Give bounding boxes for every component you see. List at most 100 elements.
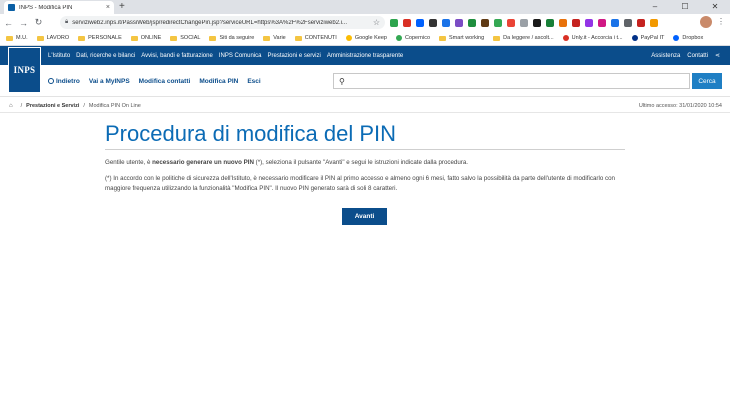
extension-orange-icon[interactable]: [559, 18, 567, 27]
contatti-link[interactable]: Contatti: [687, 53, 708, 59]
bookmark-item[interactable]: Da leggere / ascolt...: [493, 35, 554, 41]
minimize-button[interactable]: –: [640, 0, 670, 14]
search-icon: ⚲: [339, 76, 345, 86]
esci-link[interactable]: Esci: [247, 78, 260, 85]
unly-icon: [562, 35, 569, 41]
share-icon[interactable]: ⋖: [715, 52, 720, 59]
extension-leaf-icon[interactable]: [546, 18, 554, 27]
intro-text: Gentile utente, è: [105, 159, 153, 166]
browser-tab[interactable]: INPS - Modifica PIN ×: [4, 1, 114, 14]
folder-icon: [294, 35, 302, 41]
bookmark-item[interactable]: Dropbox: [673, 35, 703, 41]
intro-bold-text: necessario generare un nuovo PIN: [152, 159, 254, 166]
browser-menu-icon[interactable]: ⋮: [717, 16, 725, 28]
bookmark-label: M.U.: [16, 35, 28, 41]
bookmark-item[interactable]: Varie: [263, 35, 286, 41]
nav-amministrazione-trasparente[interactable]: Amministrazione trasparente: [327, 53, 403, 59]
extension-yellow-icon[interactable]: [650, 18, 658, 27]
modifica-pin-link[interactable]: Modifica PIN: [199, 78, 238, 85]
extension-brown-icon[interactable]: [481, 18, 489, 27]
bookmark-item[interactable]: LAVORO: [36, 35, 69, 41]
extension-green-icon[interactable]: [468, 18, 476, 27]
breadcrumb: ⌂ / Prestazioni e Servizi / Modifica PIN…: [9, 101, 141, 111]
extension-chat-icon[interactable]: [507, 18, 515, 27]
extension-dropbox-icon[interactable]: [416, 18, 424, 27]
folder-icon: [209, 35, 217, 41]
google-keep-icon: [345, 35, 352, 41]
nav-avvisi-bandi[interactable]: Avvisi, bandi e fatturazione: [141, 53, 213, 59]
last-access-info: Ultimo accesso: 31/01/2020 10:54: [638, 103, 722, 109]
paypal-icon: [631, 35, 638, 41]
extension-pink-icon[interactable]: [598, 18, 606, 27]
breadcrumb-divider: [0, 112, 730, 113]
breadcrumb-prestazioni[interactable]: Prestazioni e Servizi: [26, 103, 79, 109]
breadcrumb-current: Modifica PIN On Line: [88, 103, 141, 109]
address-bar[interactable]: 🔒︎ serviziweb2.inps.it/PassiWeb/jsp/redi…: [60, 16, 385, 29]
extension-pin-icon[interactable]: [572, 18, 580, 27]
tab-close-icon[interactable]: ×: [106, 4, 110, 11]
title-divider: [105, 149, 625, 150]
assistenza-link[interactable]: Assistenza: [651, 53, 680, 59]
extension-gear-icon[interactable]: [494, 18, 502, 27]
vai-a-myinps-link[interactable]: Vai a MyINPS: [89, 78, 130, 85]
back-circle-icon: [48, 78, 54, 84]
extension-translate-icon[interactable]: [442, 18, 450, 27]
extension-purple-icon[interactable]: [455, 18, 463, 27]
reload-icon[interactable]: ↻: [32, 17, 45, 28]
bookmark-label: Da leggere / ascolt...: [503, 35, 554, 41]
intro-text-end: (*), seleziona il pulsante "Avanti" e se…: [253, 159, 469, 166]
inps-logo[interactable]: INPS: [8, 47, 41, 93]
extension-grey-icon[interactable]: [520, 18, 528, 27]
top-right-links: Assistenza Contatti ⋖: [644, 46, 720, 65]
extension-puzzle-icon[interactable]: [624, 18, 632, 27]
close-window-button[interactable]: ✕: [700, 0, 730, 14]
bookmark-label: SOCIAL: [180, 35, 201, 41]
folder-icon: [36, 35, 44, 41]
nav-inps-comunica[interactable]: INPS Comunica: [219, 53, 262, 59]
home-icon[interactable]: ⌂: [9, 103, 13, 109]
extension-shield-icon[interactable]: [637, 18, 645, 27]
modifica-contatti-link[interactable]: Modifica contatti: [139, 78, 191, 85]
bookmark-item[interactable]: M.U.: [6, 35, 28, 41]
search-button[interactable]: Cerca: [692, 73, 722, 89]
bookmark-item[interactable]: Unly.it - Accorcia i t...: [562, 35, 623, 41]
copernico-icon: [395, 35, 402, 41]
search-input[interactable]: ⚲: [333, 73, 690, 89]
bookmark-item[interactable]: PayPal IT: [631, 35, 664, 41]
bookmark-item[interactable]: Google Keep: [345, 35, 387, 41]
maximize-button[interactable]: ☐: [670, 0, 700, 14]
nav-dati-ricerche[interactable]: Dati, ricerche e bilanci: [76, 53, 135, 59]
lock-icon: 🔒︎: [65, 19, 69, 25]
bookmark-item[interactable]: Siti da seguire: [209, 35, 254, 41]
bookmark-item[interactable]: CONTENUTI: [294, 35, 337, 41]
forward-arrow-icon[interactable]: →: [17, 18, 30, 28]
avanti-button[interactable]: Avanti: [342, 208, 387, 225]
bookmark-item[interactable]: SOCIAL: [170, 35, 200, 41]
extension-black-icon[interactable]: [533, 18, 541, 27]
bookmark-star-icon[interactable]: ☆: [373, 18, 380, 27]
url-text[interactable]: serviziweb2.inps.it/PassiWeb/jsp/redirec…: [72, 20, 373, 26]
bookmark-item[interactable]: PERSONALE: [78, 35, 122, 41]
extension-dark-icon[interactable]: [429, 18, 437, 27]
nav-istituto[interactable]: L'Istituto: [48, 53, 70, 59]
folder-icon: [78, 35, 86, 41]
window-controls: – ☐ ✕: [640, 0, 730, 14]
new-tab-button[interactable]: +: [119, 1, 125, 13]
extension-evernote-icon[interactable]: [390, 18, 398, 27]
nav-prestazioni-servizi[interactable]: Prestazioni e servizi: [268, 53, 321, 59]
browser-tabstrip: INPS - Modifica PIN × + – ☐ ✕: [0, 0, 730, 14]
bookmark-item[interactable]: Smart working: [439, 35, 484, 41]
bookmark-item[interactable]: Copernico: [395, 35, 430, 41]
back-arrow-icon[interactable]: ←: [2, 18, 15, 28]
extension-blue-icon[interactable]: [611, 18, 619, 27]
inps-favicon-icon: [8, 4, 15, 11]
bookmark-item[interactable]: ONLINE: [130, 35, 161, 41]
bookmarks-bar: M.U. LAVORO PERSONALE ONLINE SOCIAL Siti…: [0, 31, 730, 46]
folder-icon: [439, 35, 447, 41]
profile-avatar[interactable]: [700, 16, 712, 28]
back-link[interactable]: Indietro: [48, 78, 80, 85]
extension-red-icon[interactable]: [403, 18, 411, 27]
bookmark-label: Smart working: [449, 35, 485, 41]
extension-violet-icon[interactable]: [585, 18, 593, 27]
bookmark-label: Dropbox: [682, 35, 704, 41]
